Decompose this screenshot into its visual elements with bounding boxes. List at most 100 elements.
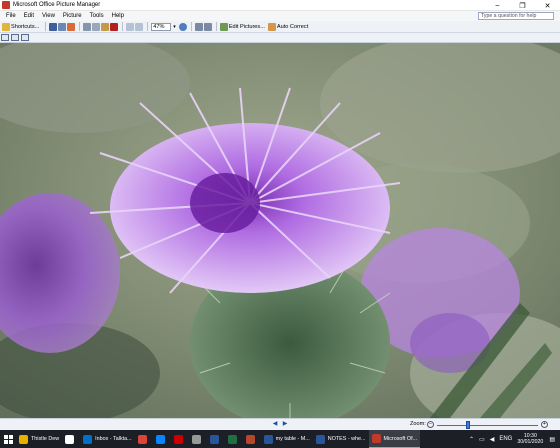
taskbar-app-icon [245, 434, 255, 444]
zoom-slider-track[interactable] [437, 425, 538, 426]
taskbar-app-item[interactable] [62, 430, 80, 448]
taskbar-app-item[interactable] [243, 430, 261, 448]
taskbar-app-item[interactable] [207, 430, 225, 448]
menu-view[interactable]: View [42, 13, 55, 19]
zoom-slider-thumb[interactable] [466, 421, 470, 429]
taskbar-app-icon [65, 434, 75, 444]
filmstrip-view-icon[interactable] [11, 34, 19, 41]
toolbar-separator [147, 22, 149, 31]
toolbar-separator [122, 22, 124, 31]
next-picture-button[interactable]: ▶ [280, 420, 290, 429]
toolbar-separator [45, 22, 47, 31]
taskbar-app-icon [173, 434, 183, 444]
clock[interactable]: 10:30 30/01/2020 [517, 433, 543, 445]
menu-picture[interactable]: Picture [63, 13, 82, 19]
zoom-in-button[interactable]: + [541, 421, 548, 428]
thistle-painting-image [0, 43, 560, 418]
picture-nav-bar: ◀ ▶ Zoom: − + [0, 418, 560, 430]
windows-taskbar: Thistle Dew Inbox - Talkta... my table - M… [0, 430, 560, 448]
rotate-left-icon[interactable] [194, 22, 203, 31]
taskbar-app-icon [315, 434, 325, 444]
zoom-percent-field[interactable]: 47% [151, 22, 172, 31]
taskbar-app-item[interactable]: Thistle Dew [16, 430, 62, 448]
edit-pictures-label: Edit Pictures... [228, 23, 265, 30]
edit-pictures-button[interactable]: Edit Pictures... [219, 22, 265, 32]
taskbar-app-icon [137, 434, 147, 444]
menu-bar: File Edit View Picture Tools Help Type a… [0, 11, 560, 21]
minimize-button[interactable]: – [485, 0, 510, 11]
shortcuts-button[interactable]: Shortcuts... [2, 22, 39, 32]
taskbar-app-icon [155, 434, 165, 444]
language-indicator[interactable]: ENG [499, 436, 512, 442]
taskbar-app-item[interactable] [153, 430, 171, 448]
delete-icon[interactable] [110, 22, 119, 31]
folder-icon [2, 22, 10, 31]
menu-help[interactable]: Help [112, 13, 124, 19]
windows-logo-icon [3, 434, 13, 444]
taskbar-app-icon [263, 434, 273, 444]
volume-icon[interactable]: ◀ [490, 436, 495, 443]
single-picture-view-icon[interactable] [21, 34, 29, 41]
taskbar-app-item[interactable] [135, 430, 153, 448]
clock-date: 30/01/2020 [517, 439, 544, 445]
zoom-dropdown-arrow-icon[interactable]: ▾ [173, 24, 176, 30]
taskbar-app-item[interactable]: Inbox - Talkta... [80, 430, 134, 448]
taskbar-app-icon [19, 434, 28, 444]
zoom-out-button[interactable]: − [427, 421, 434, 428]
redo-icon[interactable] [135, 22, 144, 31]
auto-correct-icon [267, 22, 276, 31]
toolbar-separator [79, 22, 81, 31]
taskbar-app-label: Inbox - Talkta... [95, 436, 132, 442]
show-hidden-icons-icon[interactable]: ⌃ [469, 436, 474, 443]
cut-icon[interactable] [83, 22, 92, 31]
title-bar: Microsoft Office Picture Manager – ❐ ✕ [0, 0, 560, 11]
taskbar-app-icon [227, 434, 237, 444]
paste-icon[interactable] [101, 22, 110, 31]
picture-canvas[interactable] [0, 43, 560, 418]
system-tray: ⌃ ▭ ◀ ENG 10:30 30/01/2020 ▤ [469, 430, 560, 448]
taskbar-app-icon [209, 434, 219, 444]
view-toolbar [0, 33, 560, 43]
network-icon[interactable]: ▭ [479, 436, 485, 443]
menu-tools[interactable]: Tools [90, 13, 104, 19]
auto-correct-label: Auto Correct [276, 23, 309, 30]
taskbar-app-label: my table - M... [275, 436, 310, 442]
edit-pictures-icon [219, 22, 228, 31]
taskbar-app-item[interactable]: NOTES - whe... [313, 430, 369, 448]
auto-correct-button[interactable]: Auto Correct [267, 22, 309, 32]
taskbar-app-icon [371, 434, 381, 443]
standard-toolbar: Shortcuts... 47% ▾ Edit Pictures... Auto… [0, 21, 560, 33]
taskbar-app-icon [83, 434, 93, 444]
menu-file[interactable]: File [6, 13, 16, 19]
maximize-button[interactable]: ❐ [510, 0, 535, 11]
close-button[interactable]: ✕ [535, 0, 560, 11]
taskbar-app-label: NOTES - whe... [327, 436, 366, 442]
email-icon[interactable] [67, 22, 76, 31]
menu-edit[interactable]: Edit [24, 13, 34, 19]
taskbar-app-label: Microsoft Of... [383, 435, 418, 442]
notifications-icon[interactable]: ▤ [549, 436, 555, 443]
zoom-icon[interactable] [178, 22, 187, 31]
print-icon[interactable] [58, 22, 67, 31]
toolbar-separator [215, 22, 217, 31]
help-search-input[interactable]: Type a question for help [478, 12, 554, 20]
taskbar-app-item[interactable]: Microsoft Of... [368, 430, 421, 448]
taskbar-app-item[interactable] [225, 430, 243, 448]
save-icon[interactable] [49, 22, 58, 31]
window-title: Microsoft Office Picture Manager [13, 2, 101, 8]
taskbar-app-item[interactable] [171, 430, 189, 448]
toolbar-separator [190, 22, 192, 31]
thumbnail-view-icon[interactable] [1, 34, 9, 41]
taskbar-app-item[interactable] [189, 430, 207, 448]
previous-picture-button[interactable]: ◀ [270, 420, 280, 429]
zoom-label: Zoom: [410, 421, 426, 427]
taskbar-app-item[interactable]: my table - M... [261, 430, 313, 448]
shortcuts-label: Shortcuts... [11, 23, 40, 30]
taskbar-app-label: Thistle Dew [31, 436, 60, 442]
undo-icon[interactable] [126, 22, 135, 31]
picture-manager-app-icon [2, 1, 10, 9]
taskbar-app-icon [191, 434, 201, 444]
start-button[interactable] [0, 430, 16, 448]
rotate-right-icon[interactable] [203, 22, 212, 31]
copy-icon[interactable] [92, 22, 101, 31]
